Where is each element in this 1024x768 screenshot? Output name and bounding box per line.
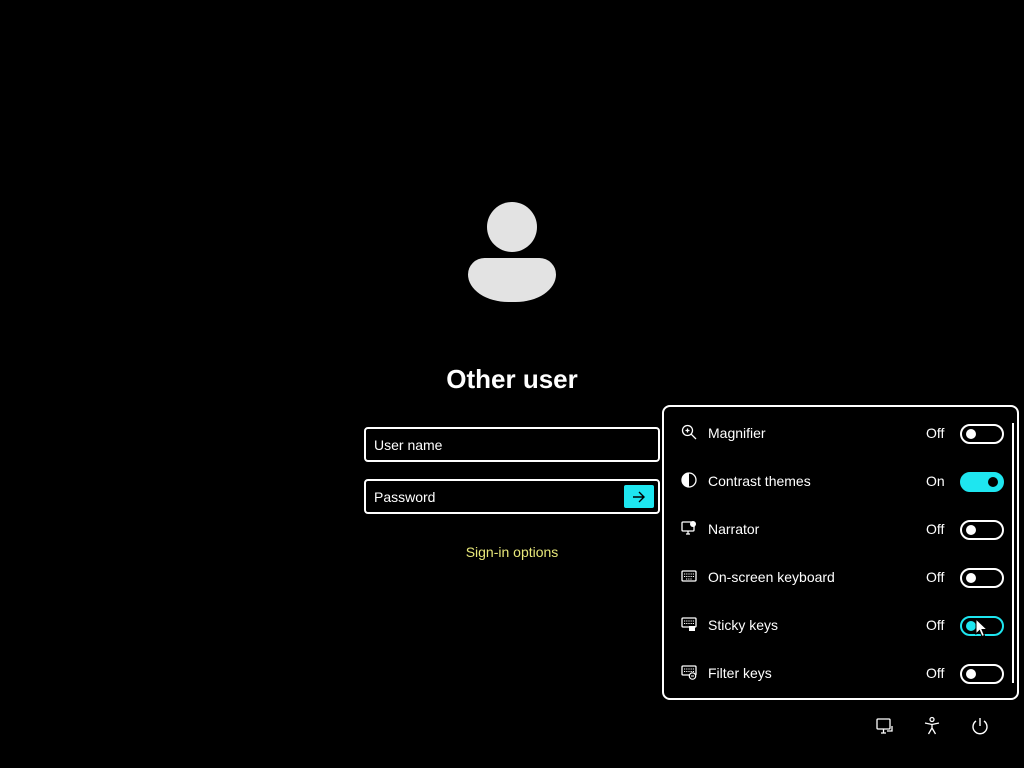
user-name-title: Other user <box>446 364 578 394</box>
on-screen-keyboard-toggle[interactable] <box>960 568 1004 588</box>
mouse-cursor-icon <box>975 618 989 638</box>
contrast-themes-state: On <box>926 473 945 489</box>
username-field[interactable] <box>364 427 660 462</box>
row-filter-keys[interactable]: Filter keys Off <box>664 650 1004 698</box>
accessibility-icon <box>924 716 940 735</box>
filter-keys-label: Filter keys <box>708 665 772 681</box>
on-screen-keyboard-state: Off <box>926 569 945 585</box>
submit-button[interactable] <box>624 485 654 508</box>
sticky-keys-state: Off <box>926 617 945 633</box>
lock-screen: Other user Sign-in options Magnifier Off <box>0 0 1024 768</box>
accessibility-flyout: Magnifier Off Contrast themes On Narrato… <box>662 405 1019 700</box>
contrast-icon <box>680 472 698 490</box>
flyout-scrollbar[interactable] <box>1012 423 1014 683</box>
filter-keys-state: Off <box>926 665 945 681</box>
power-button[interactable] <box>968 714 992 738</box>
magnifier-toggle[interactable] <box>960 424 1004 444</box>
filter-keys-toggle[interactable] <box>960 664 1004 684</box>
sticky-keys-icon <box>680 616 698 634</box>
sticky-keys-label: Sticky keys <box>708 617 779 633</box>
magnifier-icon <box>680 424 698 442</box>
accessibility-button[interactable] <box>920 714 944 738</box>
user-avatar-icon <box>466 200 558 304</box>
row-on-screen-keyboard[interactable]: On-screen keyboard Off <box>664 554 1004 602</box>
arrow-right-icon <box>633 491 645 502</box>
password-field[interactable] <box>364 479 660 514</box>
narrator-toggle[interactable] <box>960 520 1004 540</box>
contrast-themes-label: Contrast themes <box>708 473 811 489</box>
filter-keys-icon <box>680 664 698 682</box>
magnifier-state: Off <box>926 425 945 441</box>
signin-options-link[interactable]: Sign-in options <box>412 544 612 560</box>
magnifier-label: Magnifier <box>708 425 766 441</box>
network-button[interactable] <box>872 714 896 738</box>
narrator-state: Off <box>926 521 945 537</box>
on-screen-keyboard-label: On-screen keyboard <box>708 569 835 585</box>
narrator-icon <box>680 520 698 538</box>
row-magnifier[interactable]: Magnifier Off <box>664 410 1004 458</box>
keyboard-icon <box>680 568 698 586</box>
row-sticky-keys[interactable]: Sticky keys Off <box>664 602 1004 650</box>
row-contrast-themes[interactable]: Contrast themes On <box>664 458 1004 506</box>
password-input[interactable] <box>366 481 658 512</box>
power-icon <box>972 718 988 735</box>
contrast-themes-toggle[interactable] <box>960 472 1004 492</box>
username-input[interactable] <box>366 429 658 460</box>
row-narrator[interactable]: Narrator Off <box>664 506 1004 554</box>
network-icon <box>876 718 893 734</box>
narrator-label: Narrator <box>708 521 760 537</box>
